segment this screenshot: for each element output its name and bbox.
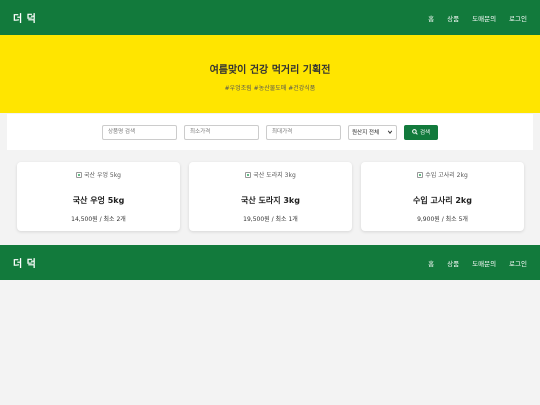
product-name[interactable]: 국산 우엉 5kg	[17, 195, 180, 206]
product-price: 19,500원	[243, 215, 270, 223]
nav-link-login[interactable]: 로그인	[509, 258, 527, 268]
nav-link-products[interactable]: 상품	[447, 13, 459, 23]
nav-link-home[interactable]: 홈	[428, 13, 434, 23]
product-min-qty: 최소 5개	[445, 215, 468, 223]
product-image-alt: 국산 도라지 3kg	[253, 172, 296, 179]
nav-link-wholesale[interactable]: 도매문의	[472, 13, 496, 23]
hero-banner: 여름맞이 건강 먹거리 기획전 #우엉조림 #농산물도매 #건강식품	[0, 35, 540, 113]
search-button-label: 검색	[419, 130, 431, 136]
nav-link-login[interactable]: 로그인	[509, 13, 527, 23]
product-min-qty: 최소 1개	[275, 215, 298, 223]
search-icon	[412, 129, 418, 135]
product-image[interactable]: 수입 고사리 2kg	[417, 170, 468, 179]
brand-logo[interactable]: 더 덕	[13, 10, 36, 25]
min-price-input[interactable]	[184, 124, 259, 140]
product-price-min: 14,500원 / 최소 2개	[71, 215, 126, 223]
product-image[interactable]: 국산 우엉 5kg	[76, 170, 121, 179]
brand-logo[interactable]: 더 덕	[13, 255, 36, 270]
product-card[interactable]: 국산 도라지 3kg 국산 도라지 3kg 19,500원 / 최소 1개	[189, 162, 352, 231]
product-name-search-input[interactable]	[102, 124, 177, 140]
product-name[interactable]: 국산 도라지 3kg	[189, 195, 352, 206]
origin-select[interactable]: 원산지 전체	[348, 124, 397, 140]
product-price-min: 9,900원 / 최소 5개	[417, 215, 468, 223]
product-name[interactable]: 수입 고사리 2kg	[361, 195, 524, 206]
broken-image-icon	[245, 171, 252, 178]
hero-title: 여름맞이 건강 먹거리 기획전	[209, 65, 331, 76]
hero-tags: #우엉조림 #농산물도매 #건강식품	[224, 85, 316, 92]
search-button[interactable]: 검색	[404, 124, 438, 140]
origin-select-value: 원산지 전체	[352, 130, 380, 136]
product-price-min: 19,500원 / 최소 1개	[243, 215, 298, 223]
broken-image-icon	[76, 171, 82, 178]
max-price-input[interactable]	[266, 124, 341, 140]
product-image[interactable]: 국산 도라지 3kg	[245, 170, 296, 179]
product-card[interactable]: 수입 고사리 2kg 수입 고사리 2kg 9,900원 / 최소 5개	[361, 162, 524, 231]
broken-image-icon	[417, 171, 424, 178]
product-price: 14,500원	[71, 215, 98, 223]
nav-link-wholesale[interactable]: 도매문의	[472, 258, 496, 268]
nav-link-home[interactable]: 홈	[428, 258, 434, 268]
product-image-alt: 수입 고사리 2kg	[425, 172, 468, 179]
nav-links: 홈 상품 도매문의 로그인	[428, 13, 527, 23]
product-card[interactable]: 국산 우엉 5kg 국산 우엉 5kg 14,500원 / 최소 2개	[17, 162, 180, 231]
bottom-navbar: 더 덕 홈 상품 도매문의 로그인	[0, 245, 540, 280]
top-navbar: 더 덕 홈 상품 도매문의 로그인	[0, 0, 540, 35]
chevron-down-icon	[387, 130, 393, 134]
filter-bar: 원산지 전체 검색	[7, 114, 533, 150]
product-price: 9,900원	[417, 215, 440, 223]
product-image-alt: 국산 우엉 5kg	[84, 172, 121, 179]
nav-link-products[interactable]: 상품	[447, 258, 459, 268]
product-min-qty: 최소 2개	[103, 215, 126, 223]
nav-links: 홈 상품 도매문의 로그인	[428, 258, 527, 268]
